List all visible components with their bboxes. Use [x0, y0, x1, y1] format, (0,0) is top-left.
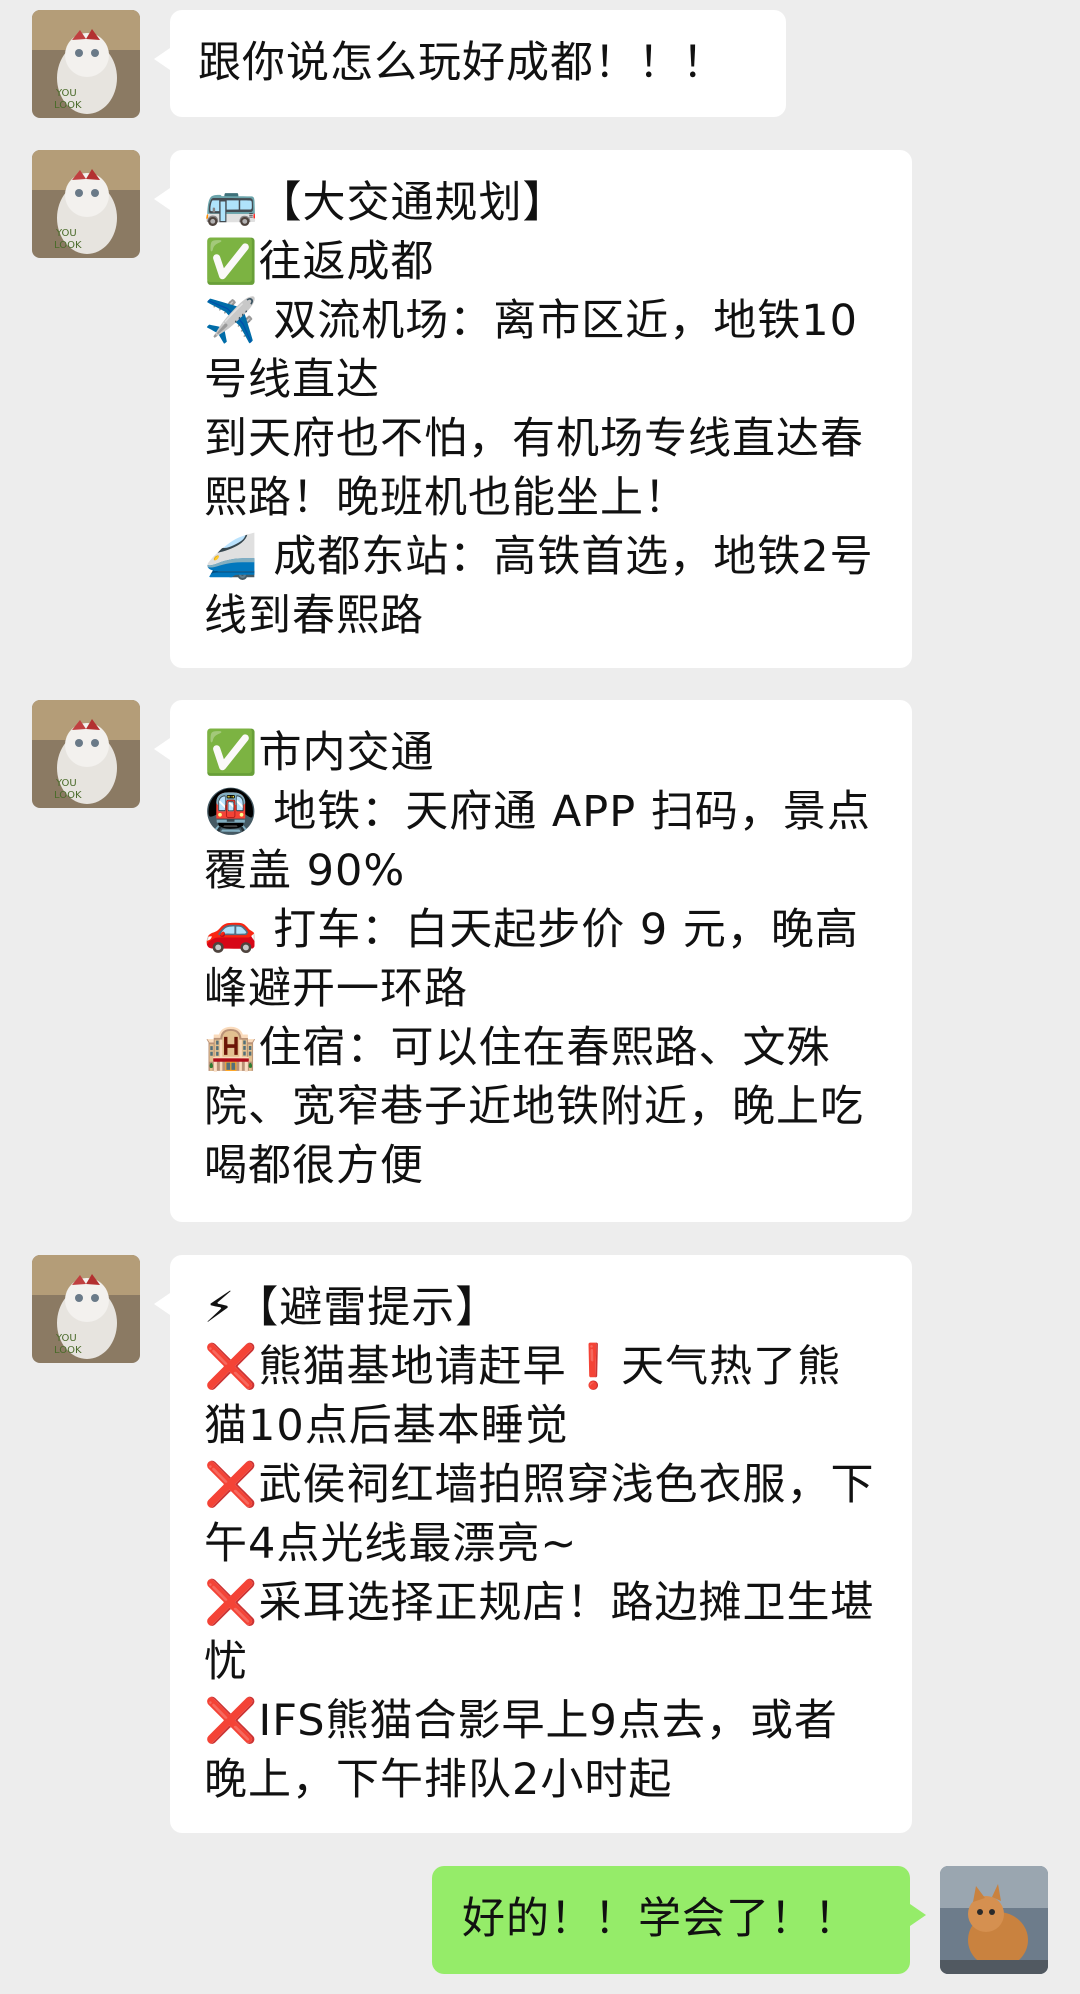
orange-cat-avatar-icon[interactable]	[940, 1866, 1048, 1974]
cat-avatar-icon[interactable]: YOU LOOK	[32, 1255, 140, 1363]
message-line: ✅市内交通	[204, 728, 435, 778]
message-text: 好的！！学会了！！	[462, 1894, 858, 1944]
svg-text:YOU: YOU	[55, 228, 77, 239]
message-line: 🏨住宿：可以住在春熙路、文殊院、宽窄巷子近地铁附近，晚上吃喝都很方便	[204, 1023, 864, 1191]
message-line: ✅往返成都	[204, 237, 435, 287]
message-line: ❌熊猫基地请赶早❗天气热了熊猫10点后基本睡觉	[204, 1342, 842, 1451]
message-line: ⚡【避雷提示】	[204, 1283, 500, 1333]
message-line: 🚌【大交通规划】	[204, 178, 567, 228]
svg-text:LOOK: LOOK	[54, 790, 82, 801]
message-line: 🚄 成都东站：高铁首选，地铁2号线到春熙路	[204, 532, 874, 641]
message-line: 🚇 地铁：天府通 APP 扫码，景点覆盖 90%	[204, 787, 871, 896]
cat-avatar-icon[interactable]: YOU LOOK	[32, 150, 140, 258]
message-line: 🚗 打车：白天起步价 9 元，晚高峰避开一环路	[204, 905, 859, 1014]
message-bubble-5[interactable]: 好的！！学会了！！	[432, 1866, 926, 1974]
message-line: ❌采耳选择正规店！路边摊卫生堪忧	[204, 1578, 875, 1687]
svg-text:LOOK: LOOK	[54, 100, 82, 111]
svg-text:YOU: YOU	[55, 778, 77, 789]
message-bubble-3[interactable]: ✅市内交通 🚇 地铁：天府通 APP 扫码，景点覆盖 90% 🚗 打车：白天起步…	[154, 700, 912, 1222]
message-line: ✈️ 双流机场：离市区近，地铁10号线直达	[204, 296, 858, 405]
message-line: ❌IFS熊猫合影早上9点去，或者晚上，下午排队2小时起	[204, 1696, 838, 1805]
message-text: 跟你说怎么玩好成都！！！	[198, 38, 726, 88]
message-bubble-2[interactable]: 🚌【大交通规划】 ✅往返成都 ✈️ 双流机场：离市区近，地铁10号线直达 到天府…	[154, 150, 912, 668]
svg-text:LOOK: LOOK	[54, 240, 82, 251]
svg-text:YOU: YOU	[55, 88, 77, 99]
message-line: 到天府也不怕，有机场专线直达春熙路！晚班机也能坐上！	[204, 414, 864, 523]
message-line: ❌武侯祠红墙拍照穿浅色衣服，下午4点光线最漂亮~	[204, 1460, 875, 1569]
message-bubble-4[interactable]: ⚡【避雷提示】 ❌熊猫基地请赶早❗天气热了熊猫10点后基本睡觉 ❌武侯祠红墙拍照…	[154, 1255, 912, 1833]
cat-avatar-icon[interactable]: YOU LOOK	[32, 10, 140, 118]
chat-window: YOU LOOK 跟你说怎么玩好成都！！！ YOU LOOK 🚌【大交通规划】 …	[0, 0, 1080, 1994]
svg-text:LOOK: LOOK	[54, 1345, 82, 1356]
cat-avatar-icon[interactable]: YOU LOOK	[32, 700, 140, 808]
svg-text:YOU: YOU	[55, 1333, 77, 1344]
message-bubble-1[interactable]: 跟你说怎么玩好成都！！！	[154, 10, 786, 117]
